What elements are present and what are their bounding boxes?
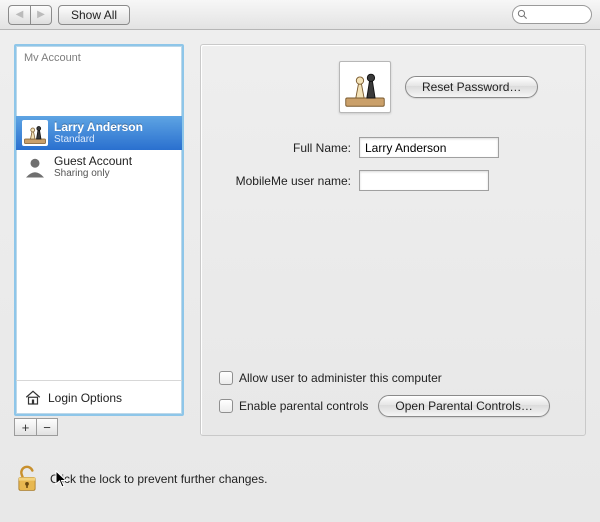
accounts-sidebar: Mv Account Larry Anderson — [14, 44, 184, 416]
chess-avatar-icon — [22, 120, 48, 146]
sidebar-wrap: Mv Account Larry Anderson — [14, 44, 184, 436]
sidebar-item-larry-anderson[interactable]: Larry Anderson Standard — [16, 116, 182, 150]
add-remove-group: + − — [14, 418, 184, 436]
home-icon — [24, 389, 42, 407]
back-button[interactable]: ◀ — [8, 5, 30, 25]
show-all-button[interactable]: Show All — [58, 5, 130, 25]
nav-group: ◀ ▶ — [8, 5, 52, 25]
full-name-label: Full Name: — [219, 141, 351, 155]
parental-checkbox-label: Enable parental controls — [239, 399, 368, 413]
parental-checkbox-row: Enable parental controls Open Parental C… — [219, 395, 567, 417]
admin-checkbox-row[interactable]: Allow user to administer this computer — [219, 371, 567, 385]
search-icon — [517, 9, 528, 20]
sidebar-item-label: Larry Anderson — [54, 121, 143, 134]
forward-button[interactable]: ▶ — [30, 5, 52, 25]
sidebar-item-sublabel: Standard — [54, 134, 143, 145]
sidebar-header: Mv Account — [16, 46, 182, 66]
login-options-row[interactable]: Login Options — [16, 380, 182, 414]
unlocked-lock-icon[interactable] — [14, 464, 40, 494]
remove-account-button[interactable]: − — [36, 418, 58, 436]
open-parental-controls-button[interactable]: Open Parental Controls… — [378, 395, 549, 417]
toolbar: ◀ ▶ Show All — [0, 0, 600, 30]
lock-row: Click the lock to prevent further change… — [14, 464, 267, 494]
full-name-input[interactable] — [359, 137, 499, 158]
content: Mv Account Larry Anderson — [0, 30, 600, 522]
admin-checkbox[interactable] — [219, 371, 233, 385]
search-field-wrap[interactable] — [512, 5, 592, 24]
sidebar-item-sublabel: Sharing only — [54, 168, 132, 179]
sidebar-item-guest-account[interactable]: Guest Account Sharing only — [16, 150, 182, 184]
account-picture[interactable] — [339, 61, 391, 113]
add-account-button[interactable]: + — [14, 418, 36, 436]
mobileme-input[interactable] — [359, 170, 489, 191]
reset-password-button[interactable]: Reset Password… — [405, 76, 538, 98]
sidebar-item-label: Guest Account — [54, 155, 132, 168]
search-input[interactable] — [528, 8, 583, 22]
silhouette-avatar-icon — [22, 154, 48, 180]
admin-checkbox-label: Allow user to administer this computer — [239, 371, 442, 385]
mobileme-label: MobileMe user name: — [219, 174, 351, 188]
account-detail-pane: Reset Password… Full Name: MobileMe user… — [200, 44, 586, 436]
lock-text: Click the lock to prevent further change… — [50, 472, 267, 486]
parental-checkbox[interactable] — [219, 399, 233, 413]
login-options-label: Login Options — [48, 391, 122, 405]
